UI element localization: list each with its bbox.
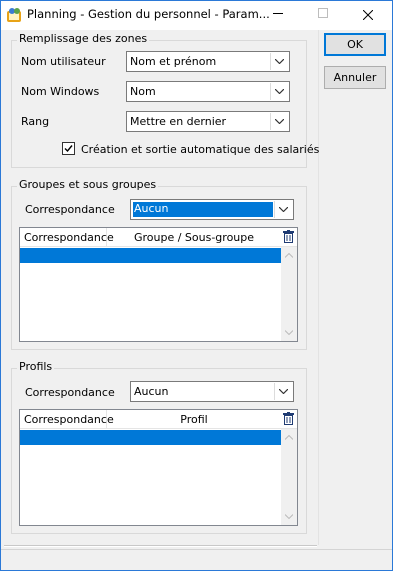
profiles-list-header: Correspondance Profil: [20, 410, 297, 429]
column-header[interactable]: Profil: [107, 410, 281, 429]
window-title: Planning - Gestion du personnel - Param.…: [27, 7, 270, 21]
groups-group-title: Groupes et sous groupes: [17, 178, 159, 191]
separator: [4, 546, 317, 547]
table-row[interactable]: [20, 248, 281, 263]
user-name-label: Nom utilisateur: [21, 55, 106, 68]
profiles-correspondance-combo[interactable]: Aucun: [130, 381, 294, 402]
delete-icon[interactable]: [283, 412, 294, 428]
delete-icon[interactable]: [283, 230, 294, 246]
auto-checkbox[interactable]: [62, 142, 75, 155]
maximize-button[interactable]: [300, 1, 345, 29]
cancel-button[interactable]: Annuler: [324, 66, 386, 89]
column-header[interactable]: Correspondance: [20, 410, 114, 429]
auto-checkbox-label[interactable]: Création et sortie automatique des salar…: [81, 143, 319, 156]
status-bar: [1, 549, 392, 570]
rank-value: Mettre en dernier: [130, 115, 227, 128]
scroll-up-icon[interactable]: [285, 435, 293, 440]
close-icon: [362, 9, 373, 21]
minimize-button[interactable]: [255, 1, 300, 29]
minimize-icon: [272, 13, 283, 14]
divider: [318, 30, 319, 545]
ok-button[interactable]: OK: [324, 33, 386, 56]
checkmark-icon: [64, 145, 73, 153]
groups-correspondance-combo[interactable]: Aucun: [130, 199, 294, 220]
scroll-up-icon[interactable]: [285, 253, 293, 258]
profiles-correspondance-label: Correspondance: [25, 386, 115, 399]
scrollbar[interactable]: [281, 247, 297, 341]
rank-combo[interactable]: Mettre en dernier: [126, 111, 290, 132]
maximize-icon: [317, 8, 328, 18]
table-row[interactable]: [20, 430, 281, 445]
groups-correspondance-value: Aucun: [134, 202, 169, 215]
chevron-down-icon[interactable]: [270, 53, 288, 70]
windows-name-label: Nom Windows: [21, 85, 100, 98]
rank-label: Rang: [21, 115, 50, 128]
scrollbar[interactable]: [281, 429, 297, 525]
app-icon: [6, 7, 22, 23]
scroll-down-icon[interactable]: [285, 330, 293, 335]
column-header[interactable]: Correspondance: [20, 228, 114, 247]
chevron-down-icon[interactable]: [270, 113, 288, 130]
groups-list[interactable]: Correspondance Groupe / Sous-groupe: [19, 227, 298, 342]
profiles-group-title: Profils: [17, 360, 55, 373]
windows-name-combo[interactable]: Nom: [126, 81, 290, 102]
chevron-down-icon[interactable]: [270, 83, 288, 100]
close-button[interactable]: [345, 1, 390, 29]
windows-name-value: Nom: [130, 85, 156, 98]
user-name-combo[interactable]: Nom et prénom: [126, 51, 290, 72]
scroll-down-icon[interactable]: [285, 514, 293, 519]
groups-correspondance-label: Correspondance: [25, 203, 115, 216]
profiles-list[interactable]: Correspondance Profil: [19, 409, 298, 526]
groups-list-header: Correspondance Groupe / Sous-groupe: [20, 228, 297, 247]
chevron-down-icon[interactable]: [274, 383, 292, 400]
user-name-value: Nom et prénom: [130, 55, 217, 68]
chevron-down-icon[interactable]: [274, 201, 292, 218]
zones-group-title: Remplissage des zones: [17, 32, 150, 45]
profiles-correspondance-value: Aucun: [134, 385, 169, 398]
column-header[interactable]: Groupe / Sous-groupe: [107, 228, 281, 247]
